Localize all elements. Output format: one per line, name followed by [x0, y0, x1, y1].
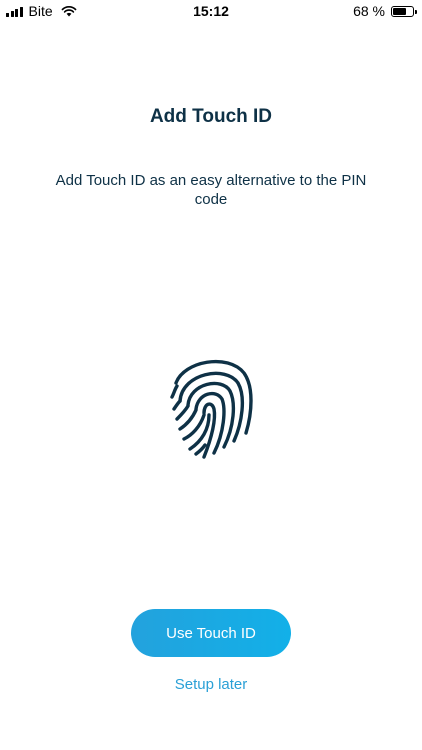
touch-id-setup-screen: Bite 15:12 68 % Add Touch ID Add Touch I…	[0, 0, 422, 750]
setup-later-link[interactable]: Setup later	[0, 676, 422, 693]
battery-cap	[415, 9, 417, 14]
battery-percentage: 68 %	[353, 3, 385, 19]
page-description: Add Touch ID as an easy alternative to t…	[55, 172, 367, 208]
status-right: 68 %	[353, 3, 417, 19]
status-bar: Bite 15:12 68 %	[0, 0, 422, 22]
page-title: Add Touch ID	[149, 106, 273, 127]
battery-icon	[391, 5, 417, 17]
battery-level-fill	[393, 7, 406, 15]
use-touch-id-button[interactable]: Use Touch ID	[131, 609, 291, 657]
fingerprint-icon	[170, 359, 253, 459]
